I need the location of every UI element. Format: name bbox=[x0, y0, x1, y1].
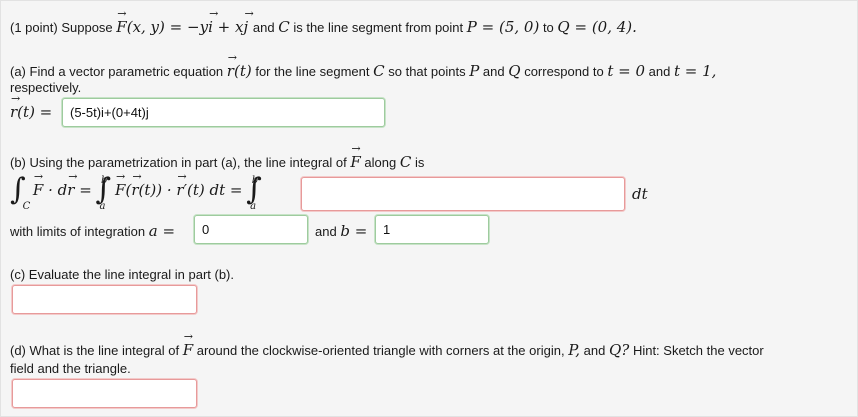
lower-limit-input[interactable]: 0 bbox=[194, 215, 308, 244]
point-Q: Q = (0, 4). bbox=[557, 18, 637, 36]
part-d-question-cont: field and the triangle. bbox=[10, 361, 131, 376]
problem-statement: (1 point) Suppose F(x, y) = −yi + xj and… bbox=[10, 7, 637, 36]
part-a-answer-input[interactable]: (5-5t)i+(0+4t)j bbox=[62, 98, 385, 127]
part-c-question: (c) Evaluate the line integral in part (… bbox=[10, 267, 234, 282]
integrand-answer-input[interactable] bbox=[301, 177, 625, 211]
part-d-answer-input[interactable] bbox=[12, 379, 197, 408]
limits-label: with limits of integration a = bbox=[10, 222, 176, 240]
dt-label: dt bbox=[632, 185, 648, 203]
point-P: P = (5, 0) bbox=[466, 18, 540, 36]
upper-limit-input[interactable]: 1 bbox=[375, 215, 489, 244]
points-label: (1 point) bbox=[10, 20, 58, 35]
part-c-answer-input[interactable] bbox=[12, 285, 197, 314]
vector-field-definition: F(x, y) = −yi + xj bbox=[116, 7, 253, 36]
line-integral-expression: ∫C F · dr = ∫ba F(r(t)) · r′(t) dt = ∫ba bbox=[10, 168, 274, 212]
part-d-question: (d) What is the line integral of F aroun… bbox=[10, 330, 764, 359]
part-a-question: (a) Find a vector parametric equation r(… bbox=[10, 51, 716, 80]
part-a-question-cont: respectively. bbox=[10, 80, 82, 95]
curve-C: C bbox=[278, 18, 290, 36]
part-a-lhs: r(t) = bbox=[10, 92, 52, 121]
